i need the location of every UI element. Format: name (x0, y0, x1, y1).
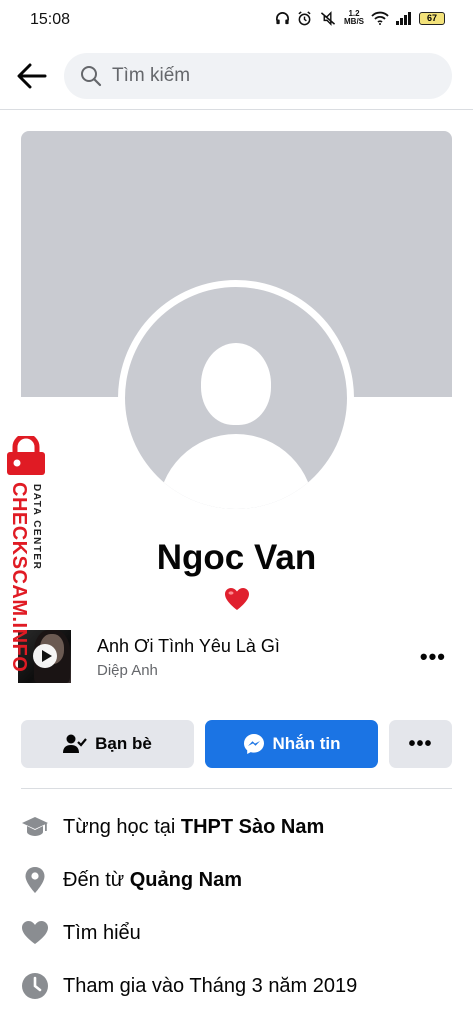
battery-icon: 67 (419, 11, 445, 25)
info-text-education: Từng học tại THPT Sào Nam (63, 815, 325, 838)
profile-music-row[interactable]: Anh Ơi Tình Yêu Là Gì Diệp Anh ••• (18, 630, 456, 686)
red-heart-emoji-icon (225, 588, 249, 610)
mute-icon (320, 10, 336, 26)
back-button[interactable] (14, 60, 50, 92)
avatar-silhouette-head (201, 343, 271, 425)
search-placeholder: Tìm kiếm (112, 65, 191, 86)
watermark-main-text: CHECKSCAM.INFO (8, 482, 30, 673)
header-divider (0, 109, 473, 110)
avatar-silhouette-body (158, 434, 314, 509)
music-more-button[interactable]: ••• (420, 644, 446, 670)
padlock-icon (7, 436, 45, 475)
message-button-label: Nhắn tin (272, 734, 341, 753)
info-text-joined: Tham gia vào Tháng 3 năm 2019 (63, 974, 358, 997)
search-row: Tìm kiếm (0, 50, 473, 102)
messenger-icon (243, 734, 264, 754)
section-divider (21, 788, 452, 789)
net-speed: 1.2 MB/S (344, 9, 364, 26)
info-text-hometown: Đến từ Quảng Nam (63, 868, 242, 891)
message-button[interactable]: Nhắn tin (205, 720, 378, 768)
search-input[interactable]: Tìm kiếm (64, 53, 452, 99)
music-title: Anh Ơi Tình Yêu Là Gì (97, 636, 280, 656)
status-bar: 15:08 1.2 MB/S 67 (0, 0, 473, 40)
friend-check-icon (63, 734, 88, 753)
status-time: 15:08 (30, 11, 71, 28)
info-item-hometown: Đến từ Quảng Nam (20, 864, 242, 896)
heart-icon (20, 918, 50, 948)
back-arrow-icon (17, 63, 47, 89)
search-icon (81, 66, 102, 87)
alarm-icon (298, 10, 311, 25)
profile-name: Ngoc Van (156, 538, 317, 577)
more-options-button[interactable]: ••• (389, 720, 452, 768)
watermark-sub-text: DATA CENTER (31, 484, 42, 571)
info-item-education: Từng học tại THPT Sào Nam (20, 811, 324, 843)
location-pin-icon (20, 865, 50, 895)
info-item-joined: Tham gia vào Tháng 3 năm 2019 (20, 970, 357, 1002)
clock-icon (20, 971, 50, 1001)
info-text-interested: Tìm hiểu (63, 921, 141, 944)
headphones-icon (276, 11, 289, 24)
friends-button-label: Bạn bè (95, 734, 152, 753)
checkscam-watermark: CHECKSCAM.INFO DATA CENTER (0, 436, 60, 672)
avatar[interactable] (125, 287, 347, 509)
friends-button[interactable]: Bạn bè (21, 720, 194, 768)
info-item-interested: Tìm hiểu (20, 917, 141, 949)
signal-icon (396, 11, 411, 25)
graduation-cap-icon (20, 812, 50, 842)
music-artist: Diệp Anh (97, 662, 158, 679)
wifi-icon (371, 11, 389, 25)
status-icons: 1.2 MB/S 67 (275, 10, 445, 26)
